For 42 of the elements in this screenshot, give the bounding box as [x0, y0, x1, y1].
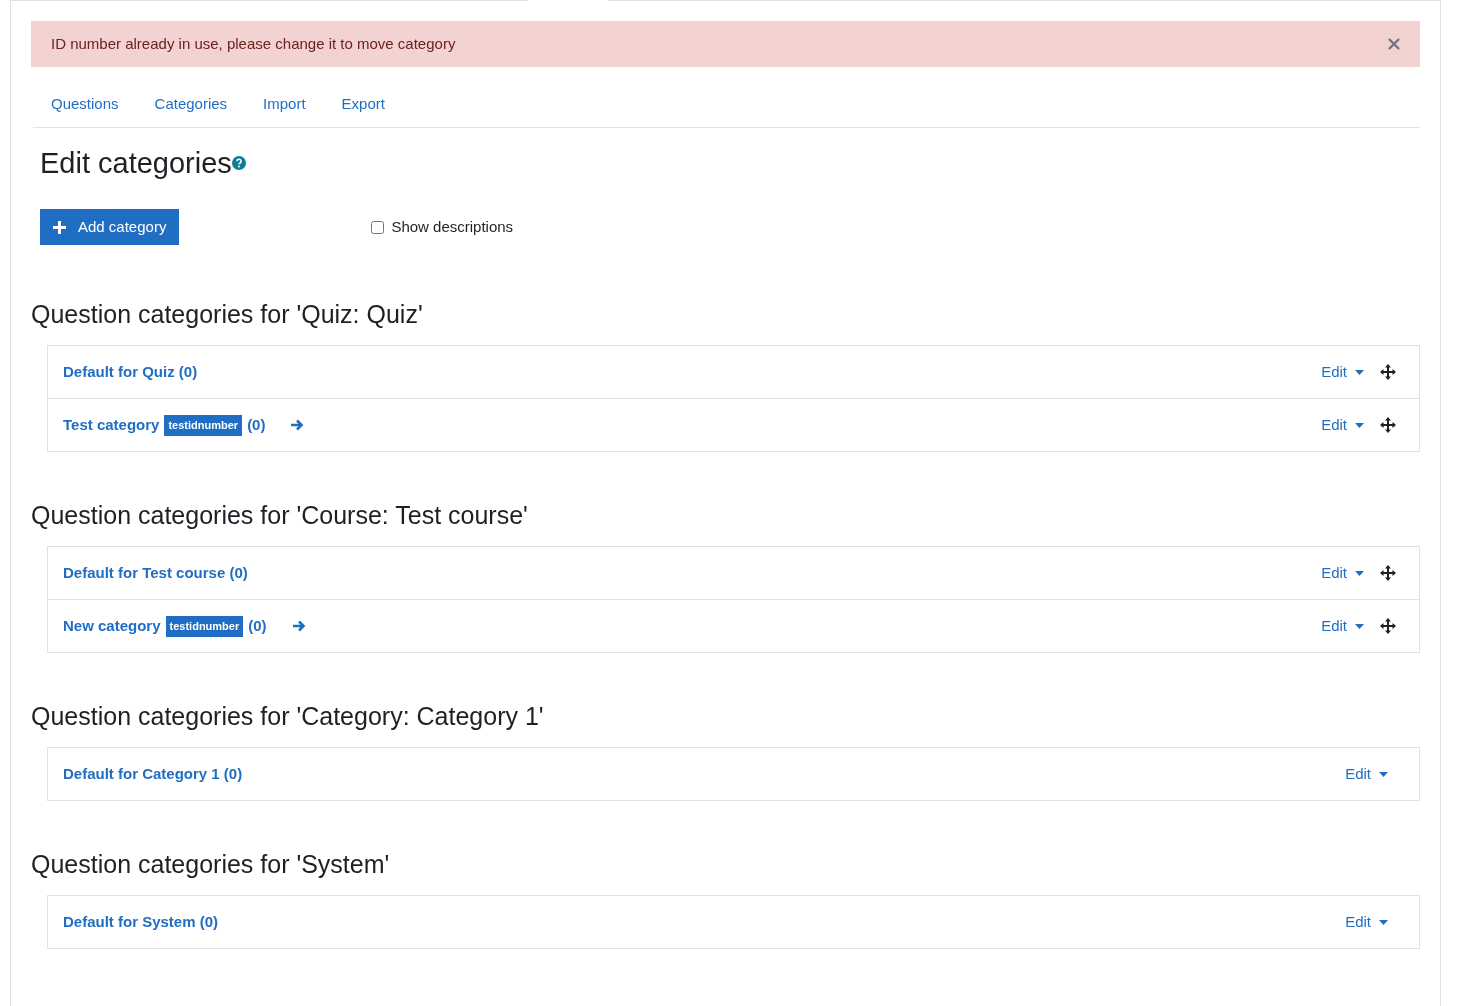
help-icon[interactable] — [231, 155, 246, 170]
edit-menu[interactable]: Edit — [1321, 615, 1364, 638]
id-number-badge: testidnumber — [164, 415, 243, 436]
section-heading: Question categories for 'System' — [31, 849, 391, 880]
category-link[interactable]: New category testidnumber (0) — [63, 615, 267, 638]
move-icon[interactable] — [1380, 364, 1396, 381]
move-icon[interactable] — [1380, 417, 1396, 434]
nav-tab[interactable]: Export — [323, 83, 403, 127]
category-link[interactable]: Default for Category 1 (0) — [63, 763, 243, 786]
edit-menu[interactable]: Edit — [1345, 763, 1388, 786]
edit-menu[interactable]: Edit — [1321, 562, 1364, 585]
alert-message: ID number already in use, please change it to move category — [51, 33, 456, 54]
add-category-button[interactable]: Add category — [40, 209, 180, 246]
nav-tab[interactable]: Import — [245, 83, 324, 127]
caret-icon — [1355, 570, 1364, 576]
page-title: Edit categories — [40, 145, 232, 181]
category-link[interactable]: Default for Quiz (0) — [63, 361, 198, 384]
caret-icon — [1355, 369, 1364, 375]
section-heading: Question categories for 'Category: Category 1' — [31, 701, 545, 732]
edit-menu[interactable]: Edit — [1345, 911, 1388, 934]
move-icon[interactable] — [1380, 618, 1396, 635]
section-heading: Question categories for 'Quiz: Quiz' — [31, 299, 424, 330]
caret-icon — [1379, 919, 1388, 925]
caret-icon — [1355, 422, 1364, 428]
nav-tab[interactable]: Categories — [136, 83, 246, 127]
nav-tab[interactable]: Questions — [33, 83, 137, 127]
edit-menu[interactable]: Edit — [1321, 361, 1364, 384]
show-descriptions-checkbox[interactable] — [371, 220, 385, 234]
move-icon[interactable] — [1380, 565, 1396, 582]
id-number-badge: testidnumber — [165, 616, 244, 637]
plus-icon — [53, 220, 66, 234]
close-icon[interactable] — [1388, 38, 1400, 50]
caret-icon — [1379, 771, 1388, 777]
right-arrow-icon[interactable] — [291, 619, 306, 634]
right-arrow-icon[interactable] — [290, 418, 305, 433]
category-link[interactable]: Default for System (0) — [63, 911, 219, 934]
category-link[interactable]: Test category testidnumber (0) — [63, 414, 266, 437]
checkbox-label: Show descriptions — [391, 217, 514, 238]
section-heading: Question categories for 'Course: Test course' — [31, 500, 529, 531]
edit-menu[interactable]: Edit — [1321, 414, 1364, 437]
caret-icon — [1355, 623, 1364, 629]
category-link[interactable]: Default for Test course (0) — [63, 562, 248, 585]
